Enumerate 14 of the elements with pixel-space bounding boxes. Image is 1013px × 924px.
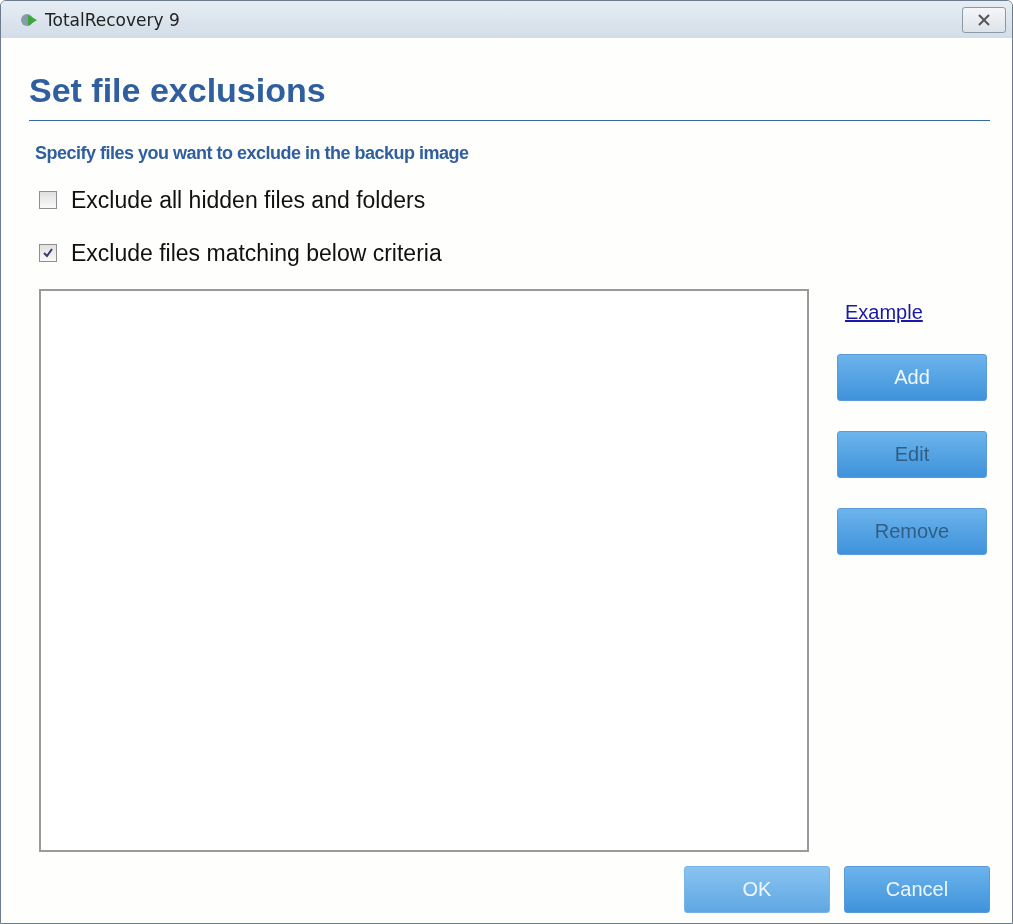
action-button[interactable]: Add	[837, 354, 987, 401]
close-icon	[977, 13, 991, 26]
dialog-heading: Set file exclusions	[29, 70, 327, 110]
close-button[interactable]	[962, 6, 1006, 33]
check-icon	[42, 247, 54, 259]
checkbox-label[interactable]: Exclude files matching below criteria	[71, 239, 442, 267]
dialog-button[interactable]: OK	[684, 866, 830, 913]
example-link[interactable]: Example	[845, 301, 923, 324]
instruction-text: Specify files you want to exclude in the backup image	[35, 143, 470, 164]
checkbox-label[interactable]: Exclude all hidden files and folders	[71, 186, 426, 214]
dialog-button[interactable]: Cancel	[844, 866, 990, 913]
window-title: TotalRecovery 9	[45, 9, 180, 30]
checkbox[interactable]	[39, 244, 57, 262]
checkbox[interactable]	[39, 191, 57, 209]
